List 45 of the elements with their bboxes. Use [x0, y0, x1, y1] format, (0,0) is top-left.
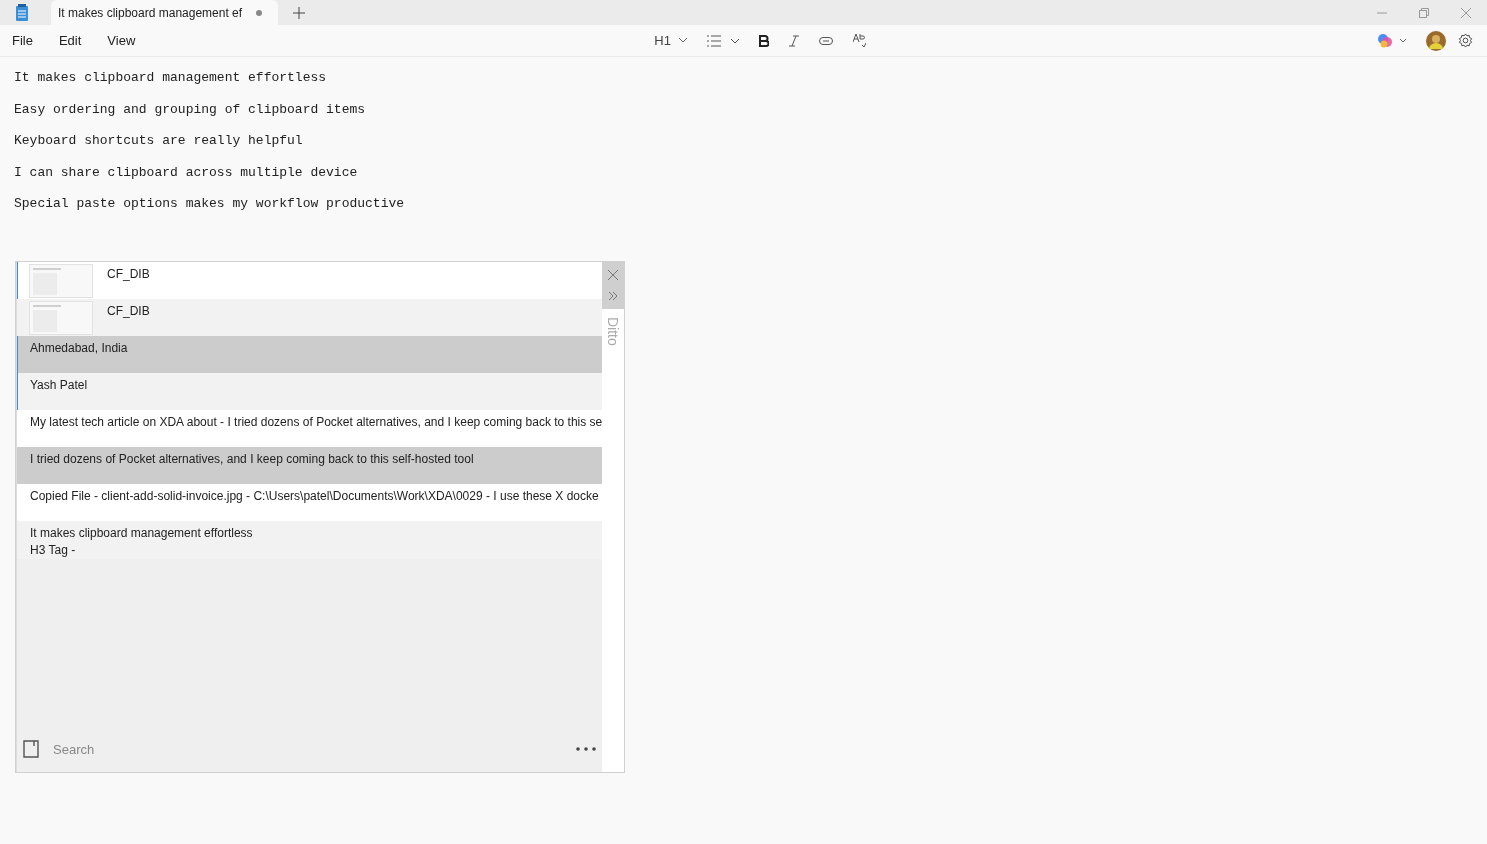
notepad-icon [15, 3, 29, 22]
popup-title: Ditto [605, 317, 621, 346]
link-icon[interactable] [818, 36, 833, 45]
text-line: Keyboard shortcuts are really helpful [14, 133, 304, 151]
clip-item[interactable]: Copied File - client-add-solid-invoice.jpg - C:\Users\patel\Documents\Work\XDA\0029 - I use these X docke [17, 484, 602, 521]
copilot-icon[interactable] [1378, 33, 1408, 48]
clip-item[interactable]: CF_DIB [17, 262, 602, 299]
clip-item[interactable]: I tried dozens of Pocket alternatives, and I keep coming back to this self-hosted tool [17, 447, 602, 484]
thumbnail-icon [29, 301, 93, 335]
clip-text: My latest tech article on XDA about - I tried dozens of Pocket alternatives, and I keep coming back to this se [29, 414, 602, 431]
restore-icon[interactable] [1419, 7, 1429, 18]
close-icon[interactable] [1461, 7, 1471, 18]
clear-formatting-icon[interactable] [852, 34, 866, 47]
caret-icon [678, 38, 687, 43]
text-line: It makes clipboard management effortless [14, 70, 328, 87]
clip-text: Copied File - client-add-solid-invoice.jpg - C:\Users\patel\Documents\Work\XDA\0029 - I use these X docke [29, 488, 599, 505]
text-line: Special paste options makes my workflow productive [14, 196, 406, 214]
settings-icon[interactable] [1458, 33, 1473, 48]
bold-icon[interactable] [758, 34, 769, 47]
text-line: I can share clipboard across multiple device [14, 164, 359, 182]
close-icon[interactable] [607, 269, 619, 281]
italic-icon[interactable] [788, 34, 799, 47]
clip-text: It makes clipboard management effortless H3 Tag - [29, 525, 253, 559]
text-line: Easy ordering and grouping of clipboard items [14, 101, 367, 119]
thumbnail-icon [29, 264, 93, 298]
new-tab-icon[interactable] [293, 6, 305, 19]
menu-item[interactable]: File [12, 33, 33, 48]
chevrons-icon[interactable] [608, 291, 618, 301]
note-icon [23, 740, 39, 758]
clip-text: Yash Patel [29, 377, 88, 394]
clip-text: CF_DIB [107, 303, 150, 320]
search-field[interactable]: Search [51, 740, 231, 758]
document-tab[interactable]: It makes clipboard management ef [51, 0, 278, 25]
clip-text: CF_DIB [107, 266, 150, 283]
clip-item[interactable]: Ahmedabad, India [17, 336, 602, 373]
clip-item[interactable]: My latest tech article on XDA about - I tried dozens of Pocket alternatives, and I keep coming back to this se [17, 410, 602, 447]
avatar-icon[interactable] [1426, 30, 1446, 51]
tab-title: It makes clipboard management ef [58, 5, 243, 20]
more-options-icon[interactable] [576, 747, 596, 751]
list-dropdown-icon[interactable] [706, 34, 739, 47]
menu-item[interactable]: View [107, 33, 136, 48]
clip-text: I tried dozens of Pocket alternatives, and I keep coming back to this self-hosted tool [29, 451, 474, 468]
menu-item[interactable]: Edit [58, 33, 82, 48]
heading-dropdown[interactable]: H1 [654, 33, 687, 48]
clip-text: Ahmedabad, India [29, 340, 128, 357]
